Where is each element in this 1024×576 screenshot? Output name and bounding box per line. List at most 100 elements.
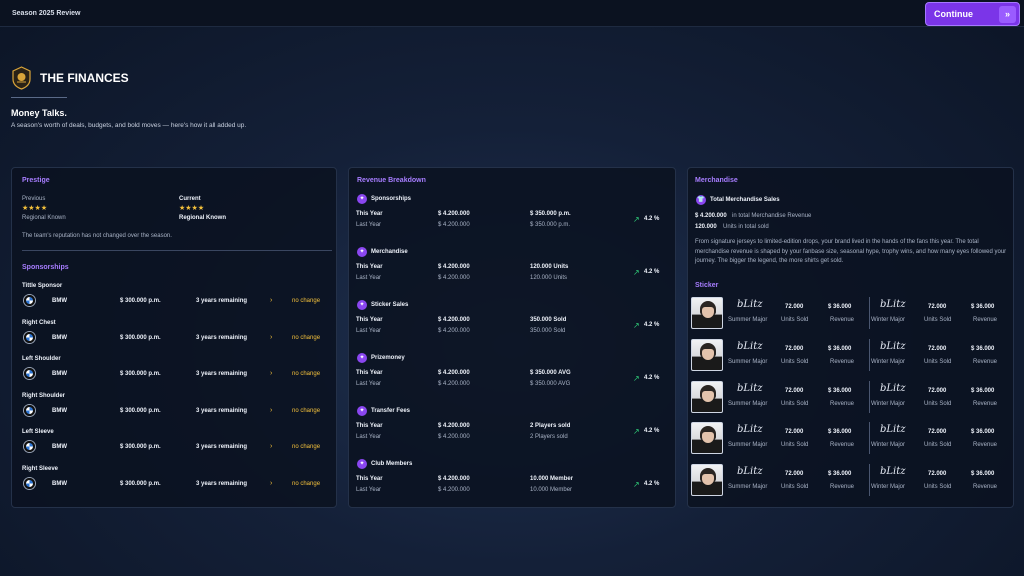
this-year-amount: $ 4.200.000 (438, 211, 470, 217)
avatar-face (702, 390, 714, 402)
sticker-event-name: Winter Major (871, 442, 906, 449)
sponsor-amount: $ 300.000 p.m. (120, 407, 161, 414)
title-divider (11, 97, 67, 98)
sticker-revenue-value: $ 36.000 (971, 345, 995, 352)
player-avatar (691, 422, 723, 455)
sticker-revenue-label: Revenue (830, 484, 855, 491)
sticker-revenue-value: $ 36.000 (971, 387, 995, 394)
sticker-units-label: Units Sold (924, 484, 952, 491)
sponsor-amount: $ 300.000 p.m. (120, 298, 161, 304)
previous-label: Previous (22, 196, 46, 202)
sponsor-status: no change (292, 334, 321, 341)
sponsor-status: no change (292, 298, 321, 304)
player-signature: bLitz (880, 340, 906, 352)
sponsor-brand: BMW (52, 298, 67, 304)
sticker-units-label: Units Sold (924, 317, 952, 323)
sticker-event-name: Summer Major (728, 484, 768, 491)
this-year-label: This Year (356, 264, 383, 270)
revenue-change: 4.2 % (644, 322, 660, 328)
sponsor-status: no change (292, 371, 321, 378)
this-year-detail: $ 350.000 p.m. (530, 211, 571, 217)
avatar-face (702, 474, 714, 486)
sticker-event-name: Summer Major (728, 400, 768, 407)
this-year-detail: 2 Players sold (530, 423, 571, 429)
season-label: Season 2025 Review (12, 10, 81, 17)
this-year-label: This Year (356, 423, 383, 429)
last-year-label: Last Year (356, 434, 382, 440)
last-year-amount: $ 4.200.000 (438, 381, 470, 387)
trend-up-icon: ↗ (633, 268, 640, 277)
page-subtitle: A season's worth of deals, budgets, and … (11, 122, 247, 129)
chevron-right-icon[interactable]: › (270, 443, 272, 450)
revenue-title: Revenue Breakdown (357, 177, 426, 184)
revenue-category-name: Merchandise (371, 249, 408, 255)
sticker-units-value: 72.000 (928, 471, 947, 478)
sticker-revenue-label: Revenue (830, 317, 855, 323)
this-year-detail: 350.000 Sold (530, 317, 567, 323)
last-year-label: Last Year (356, 381, 382, 387)
handshake-icon: ✦ (357, 194, 367, 204)
trend-up-icon: ↗ (633, 480, 640, 489)
sticker-units-value: 72.000 (928, 304, 947, 310)
bmw-logo-icon (24, 295, 35, 306)
chevron-right-icon[interactable]: › (270, 370, 272, 377)
sticker-revenue-value: $ 36.000 (971, 304, 995, 310)
last-year-detail: $ 350.000 p.m. (530, 222, 571, 228)
current-label: Current (179, 196, 201, 202)
shirt-icon: ✦ (357, 247, 367, 257)
sticker-event-name: Summer Major (728, 358, 768, 365)
sticker-revenue-label: Revenue (973, 442, 998, 449)
page-title: THE FINANCES (40, 71, 129, 85)
bmw-logo-icon (24, 478, 35, 489)
sponsor-status: no change (292, 444, 321, 451)
last-year-amount: $ 4.200.000 (438, 434, 470, 440)
last-year-detail: $ 350.000 AVG (530, 381, 571, 387)
this-year-amount: $ 4.200.000 (438, 423, 470, 429)
player-signature: bLitz (737, 340, 763, 352)
bmw-logo-icon (24, 404, 35, 416)
revenue-change: 4.2 % (644, 428, 660, 434)
revenue-category-name: Transfer Fees (371, 408, 411, 414)
sticker-units-value: 72.000 (928, 345, 947, 352)
sponsor-slot-label: Left Sleeve (22, 429, 54, 436)
this-year-amount: $ 4.200.000 (438, 370, 470, 376)
chevron-right-icon[interactable]: › (270, 297, 272, 304)
sponsor-remaining: 3 years remaining (196, 371, 248, 378)
last-year-detail: 10.000 Member (530, 487, 573, 493)
sponsor-brand: BMW (52, 444, 67, 451)
sticker-units-label: Units Sold (781, 317, 809, 323)
sticker-units-label: Units Sold (924, 442, 952, 449)
continue-button[interactable]: Continue » (925, 2, 1020, 26)
last-year-label: Last Year (356, 275, 382, 281)
double-chevron-right-icon: » (999, 6, 1016, 23)
page-tagline: Money Talks. (11, 108, 67, 118)
sticker-revenue-label: Revenue (973, 358, 998, 365)
sticker-revenue-label: Revenue (830, 442, 855, 449)
last-year-amount: $ 4.200.000 (438, 487, 470, 493)
sticker-event-name: Winter Major (871, 317, 906, 323)
sponsor-brand: BMW (52, 481, 67, 487)
sticker-units-value: 72.000 (785, 304, 804, 310)
sticker-units-label: Units Sold (781, 358, 809, 365)
sponsor-remaining: 3 years remaining (196, 407, 248, 414)
this-year-amount: $ 4.200.000 (438, 264, 470, 270)
chevron-right-icon[interactable]: › (270, 480, 272, 487)
shirt-icon: 👕 (696, 195, 706, 205)
merch-description: From signature jerseys to limited-editio… (695, 239, 1007, 264)
sponsor-amount: $ 300.000 p.m. (120, 444, 161, 451)
sticker-revenue-label: Revenue (973, 484, 998, 491)
chevron-right-icon[interactable]: › (270, 334, 272, 341)
sponsor-brand: BMW (52, 407, 67, 414)
sponsor-status: no change (292, 481, 321, 487)
sponsor-amount: $ 300.000 p.m. (120, 481, 161, 487)
sponsor-slot-label: Tittle Sponsor (22, 283, 63, 289)
sticker-column-divider (869, 297, 870, 329)
chevron-right-icon[interactable]: › (270, 407, 272, 414)
sticker-units-value: 72.000 (928, 429, 947, 436)
sponsor-amount: $ 300.000 p.m. (120, 371, 161, 378)
this-year-detail: $ 350.000 AVG (530, 370, 571, 376)
trend-up-icon: ↗ (633, 427, 640, 436)
sticker-title: Sticker (695, 282, 719, 289)
player-signature: bLitz (737, 382, 763, 394)
merch-revenue-value: $ 4.200.000 (695, 213, 727, 219)
